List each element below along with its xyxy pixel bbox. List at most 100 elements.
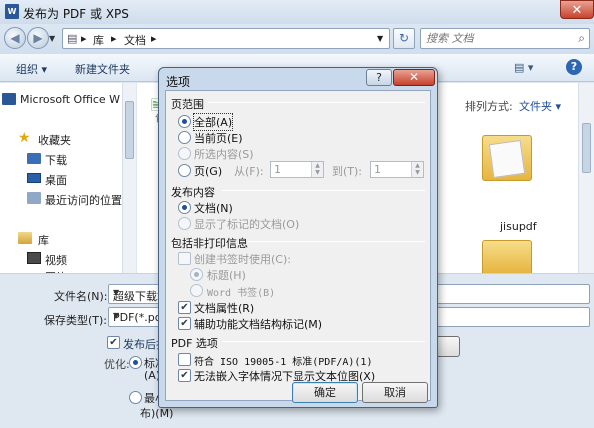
- nav-item-recent[interactable]: 最近访问的位置: [27, 192, 122, 208]
- word-app-icon: W: [5, 4, 19, 19]
- range-pages-label[interactable]: 页(G): [194, 163, 222, 179]
- folder-icon[interactable]: [482, 240, 532, 273]
- dialog-body: 页范围 全部(A) 当前页(E) 所选内容(S) 页(G) 从(F): 1 ▲ ▼…: [165, 90, 431, 403]
- dialog-help-button[interactable]: ?: [366, 69, 392, 86]
- publish-document-label[interactable]: 文档(N): [194, 200, 233, 216]
- new-folder-button[interactable]: 新建文件夹: [75, 61, 130, 77]
- help-icon[interactable]: ?: [566, 59, 582, 75]
- optimize-standard-radio[interactable]: [129, 356, 142, 369]
- organize-button[interactable]: 组织 ▾: [16, 61, 47, 77]
- address-bar[interactable]: ▤ ▸ 库 ▸ 文档 ▸ ▼: [62, 28, 390, 49]
- breadcrumb-library[interactable]: 库: [93, 32, 104, 48]
- publish-markup-label: 显示了标记的文档(O): [194, 218, 300, 231]
- range-all-radio[interactable]: [178, 115, 191, 128]
- scrollbar-thumb[interactable]: [582, 123, 591, 173]
- divider: [248, 241, 425, 242]
- range-pages-radio[interactable]: [178, 164, 191, 177]
- publish-document-radio[interactable]: [178, 201, 191, 214]
- navigation-scrollbar[interactable]: [122, 83, 136, 273]
- crumb-separator-icon[interactable]: ▸: [111, 32, 117, 45]
- address-dropdown-icon[interactable]: ▼: [377, 34, 383, 43]
- window-close-button[interactable]: ✕: [560, 0, 594, 19]
- pdf-options-heading: PDF 选项: [171, 337, 218, 350]
- desktop-icon: [27, 173, 41, 183]
- document-preview-icon: [488, 139, 526, 179]
- star-icon: ★: [18, 130, 31, 146]
- nav-item-videos[interactable]: 视频: [27, 252, 67, 268]
- document-properties-checkbox[interactable]: ✔: [178, 301, 191, 314]
- structure-tags-checkbox[interactable]: ✔: [178, 317, 191, 330]
- to-spinner[interactable]: 1 ▲ ▼: [370, 161, 424, 178]
- publish-markup-radio[interactable]: [178, 217, 191, 230]
- recent-pages-dropdown-icon[interactable]: ▼: [49, 34, 55, 43]
- forward-button[interactable]: ▶: [27, 27, 49, 49]
- structure-tags-label[interactable]: 辅助功能文档结构标记(M): [194, 316, 322, 332]
- divider: [208, 102, 425, 103]
- range-selection-radio[interactable]: [178, 147, 191, 160]
- range-all-label[interactable]: 全部(A): [192, 113, 234, 131]
- create-bookmarks-label: 创建书签时使用(C):: [194, 253, 291, 266]
- optimize-label: 优化:: [104, 358, 130, 371]
- navigation-pane: Microsoft Office W ★ 收藏夹 下载 桌面 最近访问的位置 库…: [0, 83, 136, 273]
- bookmarks-word-radio[interactable]: [190, 284, 203, 297]
- search-box[interactable]: ⌕: [420, 28, 590, 49]
- videos-icon: [27, 252, 41, 264]
- sort-label: 排列方式:: [465, 100, 513, 113]
- crumb-separator-icon[interactable]: ▸: [151, 32, 157, 45]
- publish-what-heading: 发布内容: [171, 186, 215, 199]
- range-current-radio[interactable]: [178, 131, 191, 144]
- dialog-title: 选项: [166, 75, 191, 89]
- divider: [222, 341, 425, 342]
- breadcrumb-documents[interactable]: 文档: [124, 32, 146, 48]
- options-dialog: 选项 ? ✕ 页范围 全部(A) 当前页(E) 所选内容(S) 页(G) 从(F…: [158, 67, 438, 408]
- iso-compliant-checkbox[interactable]: [178, 353, 191, 366]
- document-properties-label[interactable]: 文档属性(R): [194, 300, 254, 316]
- nav-item-desktop[interactable]: 桌面: [27, 172, 67, 188]
- back-button[interactable]: ◀: [4, 27, 26, 49]
- create-bookmarks-checkbox[interactable]: [178, 252, 191, 265]
- filetype-label: 保存类型(T):: [44, 314, 108, 327]
- word-document-icon: [2, 93, 16, 105]
- library-icon: ▤: [67, 32, 78, 45]
- bookmarks-headings-radio[interactable]: [190, 268, 203, 281]
- bookmarks-headings-label: 标题(H): [207, 269, 246, 282]
- scrollbar-thumb[interactable]: [125, 101, 134, 159]
- search-icon[interactable]: ⌕: [578, 31, 585, 46]
- from-label: 从(F):: [234, 165, 264, 178]
- folder-icon[interactable]: [482, 135, 532, 181]
- recent-places-icon: [27, 192, 41, 204]
- range-current-label[interactable]: 当前页(E): [194, 130, 243, 146]
- to-label: 到(T):: [332, 165, 363, 178]
- from-spinner[interactable]: 1 ▲ ▼: [270, 161, 324, 178]
- options-button-edge[interactable]: [438, 336, 460, 357]
- iso-compliant-label[interactable]: 符合 ISO 19005-1 标准(PDF/A)(1): [194, 353, 372, 368]
- non-print-heading: 包括非打印信息: [171, 237, 248, 250]
- bitmap-text-checkbox[interactable]: ✔: [178, 369, 191, 382]
- filename-label: 文件名(N):: [54, 290, 108, 303]
- refresh-button[interactable]: ↻: [393, 28, 415, 49]
- library-folder-icon: [18, 232, 32, 244]
- ok-button[interactable]: 确定: [292, 382, 358, 403]
- spinner-arrows-icon[interactable]: ▲ ▼: [411, 162, 423, 177]
- cancel-button[interactable]: 取消: [362, 382, 428, 403]
- optimize-minimum-radio[interactable]: [129, 391, 142, 404]
- file-list-scrollbar[interactable]: [578, 83, 594, 273]
- nav-item-libraries[interactable]: 库: [18, 232, 49, 248]
- window-title: 发布为 PDF 或 XPS: [23, 7, 129, 21]
- nav-item-favorites[interactable]: ★ 收藏夹: [18, 130, 71, 148]
- crumb-separator-icon[interactable]: ▸: [81, 32, 87, 45]
- view-options-icon[interactable]: ▤ ▾: [514, 61, 533, 74]
- sort-dropdown[interactable]: 文件夹 ▾: [519, 98, 561, 114]
- dialog-close-button[interactable]: ✕: [393, 69, 435, 86]
- nav-item-downloads[interactable]: 下载: [27, 152, 67, 168]
- bookmarks-word-label: Word 书签(B): [207, 288, 276, 299]
- folder-label[interactable]: jisupdf: [500, 220, 537, 233]
- range-selection-label: 所选内容(S): [194, 148, 254, 161]
- divider: [222, 190, 425, 191]
- search-input[interactable]: [424, 30, 564, 47]
- open-after-publish-checkbox[interactable]: ✔: [107, 336, 120, 349]
- nav-item-office[interactable]: Microsoft Office W: [2, 93, 120, 106]
- downloads-folder-icon: [27, 153, 41, 164]
- window-title-bar: W 发布为 PDF 或 XPS ✕: [0, 0, 594, 24]
- spinner-arrows-icon[interactable]: ▲ ▼: [311, 162, 323, 177]
